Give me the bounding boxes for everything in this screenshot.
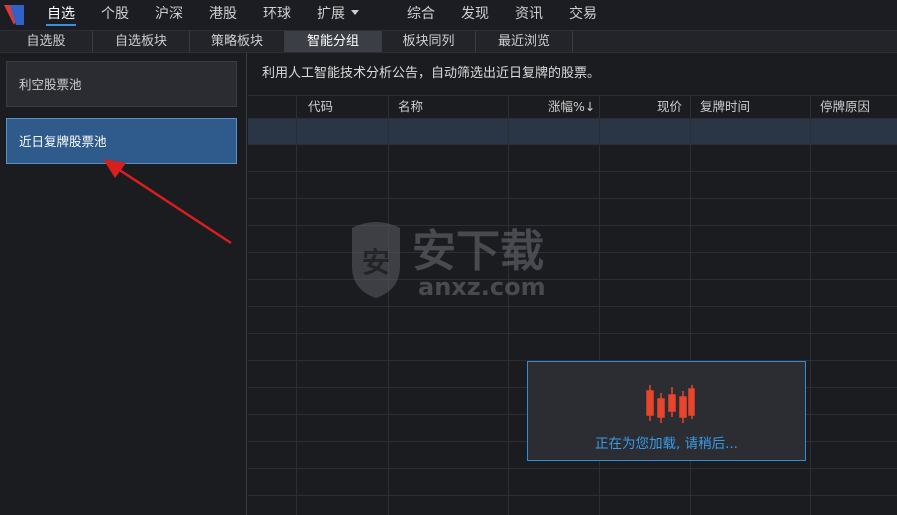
watermark: 安 安下载 anxz.com: [352, 222, 546, 301]
chevron-down-icon: [351, 9, 359, 15]
tab-strategy-sectors[interactable]: 策略板块: [190, 31, 285, 52]
nav-item-stock[interactable]: 个股: [88, 0, 142, 30]
tab-smart-groups[interactable]: 智能分组: [285, 31, 382, 52]
nav-item-watchlist[interactable]: 自选: [34, 0, 88, 30]
top-navigation-bar: 自选 个股 沪深 港股 环球 扩展 综合 发现 资讯 交易: [0, 0, 897, 30]
app-logo-icon[interactable]: [2, 3, 26, 27]
row-divider: [248, 144, 897, 145]
row-divider: [248, 198, 897, 199]
column-header-name[interactable]: 名称: [398, 95, 423, 118]
column-header-code[interactable]: 代码: [308, 95, 333, 118]
tab-watchlist-sectors[interactable]: 自选板块: [93, 31, 190, 52]
row-divider: [248, 306, 897, 307]
main-menu: 自选 个股 沪深 港股 环球 扩展 综合 发现 资讯 交易: [34, 0, 610, 30]
column-header-resume-time[interactable]: 复牌时间: [700, 95, 750, 118]
column-divider: [508, 95, 509, 515]
pool-item-negative-news[interactable]: 利空股票池: [6, 61, 237, 107]
pool-description: 利用人工智能技术分析公告，自动筛选出近日复牌的股票。: [262, 66, 601, 81]
tab-sector-compare[interactable]: 板块同列: [382, 31, 476, 52]
watermark-badge: 安: [362, 246, 390, 279]
row-divider: [248, 495, 897, 496]
loading-message: 正在为您加载, 请稍后...: [595, 436, 738, 452]
row-divider: [248, 468, 897, 469]
nav-item-global[interactable]: 环球: [250, 0, 304, 30]
column-header-change-pct[interactable]: 涨幅%↓: [548, 95, 595, 118]
watermark-subtitle: anxz.com: [418, 273, 546, 301]
column-header-suspend-reason[interactable]: 停牌原因: [820, 95, 870, 118]
nav-item-shanghai-shenzhen[interactable]: 沪深: [142, 0, 196, 30]
table-header-border: [248, 118, 897, 119]
nav-item-trade[interactable]: 交易: [556, 0, 610, 30]
nav-item-comprehensive[interactable]: 综合: [394, 0, 448, 30]
row-divider: [248, 171, 897, 172]
nav-item-extend[interactable]: 扩展: [304, 0, 372, 30]
tab-watchlist-stocks[interactable]: 自选股: [0, 31, 93, 52]
nav-item-discover[interactable]: 发现: [448, 0, 502, 30]
tab-recent-browse[interactable]: 最近浏览: [476, 31, 573, 52]
table-row-selected[interactable]: [248, 118, 897, 144]
row-divider: [248, 333, 897, 334]
candlestick-loading-icon: [646, 385, 695, 423]
watermark-title: 安下载: [412, 226, 544, 277]
stock-pool-list: 利空股票池 近日复牌股票池: [0, 53, 247, 515]
pool-item-recent-resumption[interactable]: 近日复牌股票池: [6, 118, 237, 164]
nav-item-hk[interactable]: 港股: [196, 0, 250, 30]
shield-watermark-icon: 安: [352, 222, 400, 298]
sub-tab-bar: 自选股 自选板块 策略板块 智能分组 板块同列 最近浏览: [0, 30, 897, 53]
loading-dialog: 正在为您加载, 请稍后...: [527, 361, 806, 461]
nav-item-extend-label: 扩展: [317, 6, 345, 22]
column-divider: [388, 95, 389, 515]
column-divider: [810, 95, 811, 515]
column-header-price[interactable]: 现价: [657, 95, 682, 118]
nav-item-news[interactable]: 资讯: [502, 0, 556, 30]
column-divider: [296, 95, 297, 515]
